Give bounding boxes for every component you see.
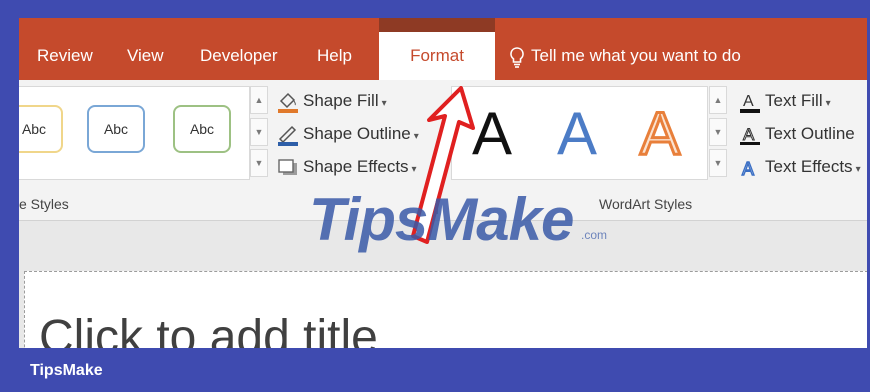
text-effects-label: Text Effects	[765, 157, 853, 176]
shape-style-sample[interactable]: Abc	[173, 105, 231, 153]
text-outline-label: Text Outline	[765, 124, 855, 143]
svg-text:A: A	[743, 125, 755, 144]
tab-help[interactable]: Help	[317, 38, 352, 74]
tab-review[interactable]: Review	[37, 38, 93, 74]
text-fill-label: Text Fill	[765, 91, 823, 110]
contextual-tab-header	[379, 18, 495, 32]
chevron-down-icon: ▾	[825, 98, 831, 109]
slide[interactable]: Click to add title	[24, 271, 867, 348]
shape-fill-button[interactable]: Shape Fill ▾	[277, 88, 387, 114]
text-effects-button[interactable]: A Text Effects ▾	[739, 154, 861, 180]
paint-bucket-icon	[277, 91, 299, 113]
scroll-down-button[interactable]: ▼	[709, 118, 727, 146]
text-fill-button[interactable]: A Text Fill ▾	[739, 88, 831, 114]
powerpoint-window: Review View Developer Help Format Tell m…	[19, 18, 867, 348]
tell-me-search[interactable]: Tell me what you want to do	[509, 38, 741, 74]
lightbulb-icon	[509, 46, 525, 68]
scroll-up-button[interactable]: ▲	[709, 86, 727, 114]
shape-style-sample[interactable]: Abc	[87, 105, 145, 153]
text-fill-icon: A	[739, 91, 761, 113]
scroll-down-button[interactable]: ▼	[250, 118, 268, 146]
text-outline-icon: A	[739, 124, 761, 146]
watermark-suffix: .com	[581, 228, 608, 242]
shape-style-sample[interactable]: Abc	[19, 105, 63, 153]
shape-effects-icon	[277, 157, 299, 179]
watermark-logo: TipsMake	[309, 186, 574, 253]
scroll-up-button[interactable]: ▲	[250, 86, 268, 114]
shape-styles-group-label: e Styles	[19, 196, 69, 212]
more-wordart-button[interactable]: ▼	[709, 149, 727, 177]
pencil-outline-icon	[277, 124, 299, 146]
shape-fill-label: Shape Fill	[303, 91, 379, 110]
shape-styles-scroll: ▲ ▼ ▼	[250, 86, 268, 180]
tab-view[interactable]: View	[127, 38, 164, 74]
ribbon-tab-bar: Review View Developer Help Format Tell m…	[19, 18, 867, 80]
wordart-sample-blue[interactable]: A	[557, 99, 597, 169]
svg-text:A: A	[742, 159, 754, 179]
svg-text:A: A	[743, 93, 754, 110]
title-placeholder[interactable]: Click to add title	[39, 310, 378, 348]
chevron-down-icon: ▾	[855, 164, 861, 175]
chevron-down-icon: ▾	[381, 98, 387, 109]
tab-format[interactable]: Format	[379, 32, 495, 80]
more-styles-button[interactable]: ▼	[250, 149, 268, 177]
tell-me-text: Tell me what you want to do	[531, 46, 741, 65]
wordart-sample-orange[interactable]: A	[638, 99, 681, 169]
wordart-group-label: WordArt Styles	[599, 196, 693, 212]
footer-brand: TipsMake	[30, 362, 103, 379]
shape-styles-gallery: Abc Abc Abc	[19, 86, 250, 180]
text-effects-icon: A	[739, 157, 761, 179]
tab-developer[interactable]: Developer	[200, 38, 278, 74]
wordart-scroll: ▲ ▼ ▼	[709, 86, 727, 180]
text-outline-button[interactable]: A Text Outline	[739, 121, 855, 147]
footer-bar: TipsMake	[0, 348, 870, 392]
